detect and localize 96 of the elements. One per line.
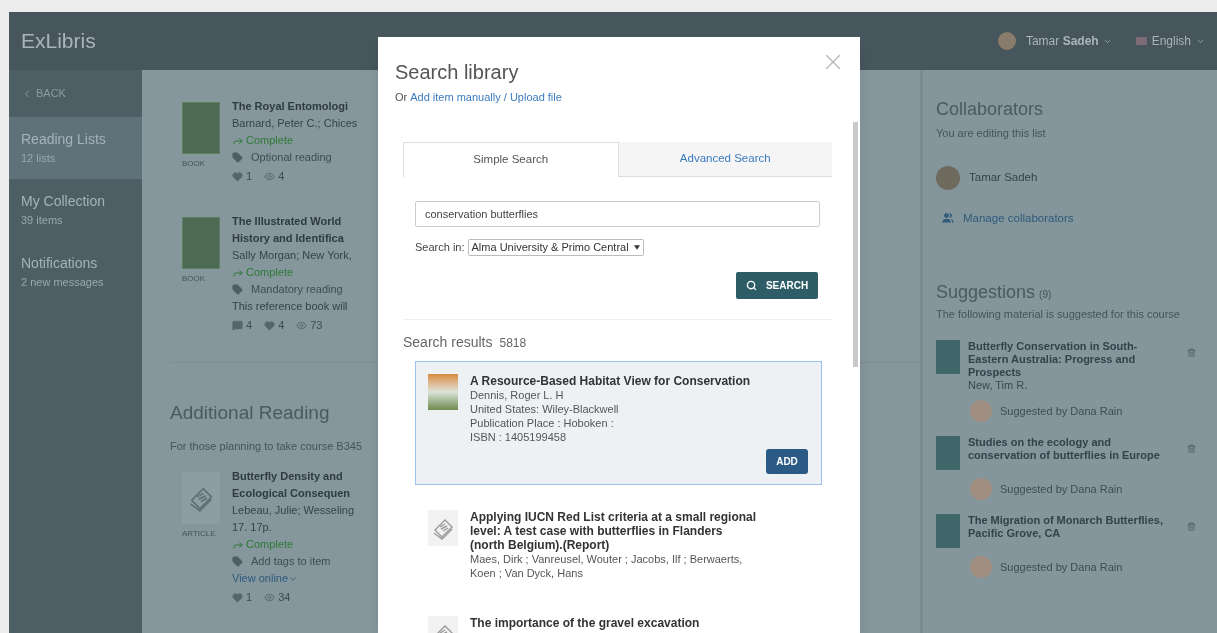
search-button[interactable]: SEARCH: [736, 271, 818, 299]
item-title[interactable]: Butterfly Density and: [232, 468, 343, 485]
flag-icon: [1135, 37, 1147, 45]
status-text: Complete: [246, 265, 294, 280]
suggested-by: Suggested by Dana Rain: [1000, 482, 1123, 497]
section-heading: Additional Reading: [170, 401, 330, 425]
avatar: [970, 556, 992, 579]
search-tab[interactable]: Simple Search: [403, 141, 619, 177]
language-menu[interactable]: English: [1135, 32, 1205, 50]
add-manually-link[interactable]: Add item manually / Upload file: [410, 89, 562, 106]
stat-count: 4: [278, 318, 285, 333]
result-title[interactable]: A Resource-Based Habitat View for Conservation: [470, 373, 751, 388]
item-meta: 17. 17p.: [232, 520, 272, 535]
tag-icon: [232, 556, 243, 567]
eye-icon: [264, 592, 276, 603]
heart-icon: [232, 171, 243, 182]
heart-icon: [232, 592, 243, 603]
avatar: [997, 32, 1016, 50]
or-text: Or: [395, 90, 408, 105]
back-button[interactable]: BACK: [9, 70, 142, 117]
suggestion-title[interactable]: The Migration of Monarch Butterflies, Pacific Grove, CA: [968, 514, 1173, 541]
collaborator-name: Tamar Sadeh: [969, 169, 1038, 185]
suggestion-title[interactable]: Studies on the ecology and conservation of butterflies in Europe: [968, 436, 1173, 463]
document-icon: [182, 472, 220, 524]
results-heading: Search results: [403, 332, 493, 352]
book-cover: [182, 102, 220, 154]
people-icon: [942, 212, 954, 225]
search-in-label: Search in:: [415, 239, 465, 255]
avatar: [970, 478, 992, 501]
delete-icon[interactable]: [1187, 522, 1196, 532]
suggested-by: Suggested by Dana Rain: [1000, 404, 1123, 419]
manage-collaborators-link[interactable]: Manage collaborators: [963, 209, 1074, 227]
avatar: [970, 400, 992, 423]
item-note: This reference book will: [232, 299, 348, 314]
caret-icon: [633, 244, 640, 250]
status-text: Complete: [246, 537, 294, 552]
result-title[interactable]: The importance of the gravel excavation: [470, 615, 700, 630]
result-detail: ISBN : 1405199458: [470, 429, 567, 444]
stat-count: 4: [246, 318, 253, 333]
user-menu[interactable]: Tamar Sadeh: [1025, 32, 1112, 50]
item-type-label: ARTICLE: [182, 528, 216, 540]
result-detail: United States: Wiley-Blackwell: [470, 401, 619, 416]
book-cover: [936, 340, 960, 375]
document-icon: [428, 509, 458, 546]
suggestion-title[interactable]: Butterfly Conservation in South-Eastern Australia: Progress and Prospects: [968, 340, 1173, 380]
search-field[interactable]: conservation butterflies: [415, 200, 820, 227]
book-cover: [936, 436, 960, 471]
collaborators-subtitle: You are editing this list: [936, 126, 1046, 141]
stat-count: 1: [246, 169, 253, 184]
collaborators-heading: Collaborators: [936, 98, 1044, 121]
suggestions-count: (9): [1039, 287, 1052, 302]
search-icon: [745, 279, 757, 291]
book-cover: [428, 373, 458, 410]
avatar: [936, 165, 960, 190]
item-meta: Sally Morgan; New York,: [232, 248, 352, 263]
heart-icon: [264, 320, 276, 331]
item-title[interactable]: The Royal Entomologi: [232, 98, 349, 115]
stat-count: 34: [278, 590, 291, 605]
eye-icon: [296, 320, 308, 331]
item-title[interactable]: The Illustrated World: [232, 213, 342, 230]
search-in-select[interactable]: Alma University & Primo Central: [467, 238, 644, 256]
tag-icon: [232, 152, 243, 163]
result-detail: Publication Place : Hoboken :: [470, 415, 614, 430]
result-detail: Maes, Dirk ; Vanreusel, Wouter ; Jacobs, Ilf ; Berwaerts, Koen ; Van Dyck, Hans: [470, 552, 744, 580]
item-meta: Lebeau, Julie; Wesseling: [232, 503, 355, 518]
dialog-title: Search library: [395, 60, 519, 85]
item-title[interactable]: Ecological Consequen: [232, 485, 350, 502]
delete-icon[interactable]: [1187, 348, 1196, 358]
item-title[interactable]: History and Identifica: [232, 230, 344, 247]
eye-icon: [264, 171, 276, 182]
suggestions-description: The following material is suggested for this course: [936, 306, 1180, 322]
results-count: 5818: [499, 334, 527, 352]
tag-text[interactable]: Add tags to item: [251, 553, 331, 570]
tag-text[interactable]: Mandatory reading: [251, 281, 343, 298]
search-tab[interactable]: Advanced Search: [618, 141, 832, 177]
logo[interactable]: ExLibris: [21, 25, 96, 57]
item-meta: Barnard, Peter C.; Chices: [232, 116, 358, 131]
tag-icon: [232, 284, 243, 295]
stat-count: 73: [310, 318, 323, 333]
book-cover: [936, 514, 960, 549]
result-title[interactable]: Applying IUCN Red List criteria at a small regional level: A test case with butterflies in Flanders (north Belgium).(Report): [470, 509, 760, 552]
tag-text[interactable]: Optional reading: [251, 149, 332, 166]
delete-icon[interactable]: [1187, 444, 1196, 454]
stat-count: 1: [246, 590, 253, 605]
result-card[interactable]: A Resource-Based Habitat View for Conservation Dennis, Roger L. H United States: Wiley-Blackwell Publication Place : Hoboken : ISBN : 1405199458 ADD: [415, 360, 822, 485]
suggestion-author: New, Tim R.: [968, 379, 1028, 393]
section-description: For those planning to take course B345: [170, 438, 362, 454]
suggestions-heading: Suggestions: [936, 280, 1036, 304]
comment-icon: [232, 320, 243, 331]
book-cover: [182, 217, 220, 269]
stat-count: 4: [278, 169, 285, 184]
result-detail: Dennis, Roger L. H: [470, 387, 564, 402]
status-text: Complete: [246, 133, 294, 148]
view-online-link[interactable]: View online: [232, 570, 289, 587]
add-button[interactable]: ADD: [766, 448, 808, 474]
suggested-by: Suggested by Dana Rain: [1000, 560, 1123, 575]
